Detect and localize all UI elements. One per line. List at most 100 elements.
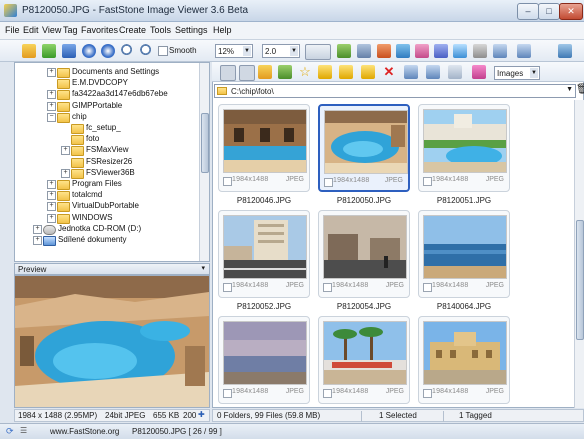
thumbnail[interactable]: 1984x1488 JPEG [218,316,310,404]
tag-checkbox[interactable] [223,389,232,398]
menu-tag[interactable]: Tag [63,25,78,35]
folder-icon [57,112,70,123]
hand-tool-icon[interactable] [305,44,331,60]
new-folder-icon[interactable] [361,65,375,79]
thumbnail[interactable]: 1984x1488 JPEG [418,210,510,298]
folder-icon [71,135,84,146]
menu-edit[interactable]: Edit [23,25,39,35]
fullscreen-icon[interactable] [493,44,507,58]
tag-checkbox[interactable] [223,177,232,186]
expand-toggle-icon[interactable]: + [47,191,56,201]
zoom-in-icon[interactable] [121,44,135,58]
chevron-down-icon[interactable]: ▼ [566,86,573,93]
grid-scroll-thumb[interactable] [576,220,584,340]
thumbnail[interactable]: 1984x1488 JPEG [418,316,510,404]
open-folder-icon[interactable] [22,44,36,58]
tag-checkbox[interactable] [324,178,333,187]
minimize-button[interactable]: – [517,3,539,20]
tag-checkbox[interactable] [223,283,232,292]
menu-help[interactable]: Help [213,25,232,35]
selected-count: 1 Selected [379,411,417,420]
compare-icon[interactable] [473,44,487,58]
thumbnail[interactable]: 1984x1488 JPEG [318,210,410,298]
expand-toggle-icon[interactable]: − [47,112,56,122]
close-button[interactable]: ✕ [559,3,583,20]
thumbnail[interactable]: 1984x1488 JPEG [218,104,310,192]
menu-file[interactable]: File [5,25,20,35]
expand-toggle-icon[interactable]: + [47,202,56,212]
tree-scroll-thumb[interactable] [201,113,209,173]
favorite-star-icon[interactable]: ☆ [298,65,312,79]
refresh-icon[interactable] [278,65,292,79]
website-link[interactable]: www.FastStone.org [50,427,119,436]
flip-icon[interactable] [434,44,448,58]
image-info-bar: 1984 x 1488 (2.95MP) 24bit JPEG 655 KB 2… [14,409,210,422]
refresh-icon[interactable]: ⟳ [6,426,14,437]
thumbnail-image [223,109,307,173]
thumbnail-selected[interactable]: 1984x1488 JPEG [318,104,410,192]
menu-icon[interactable]: ☰ [20,426,27,435]
menu-settings[interactable]: Settings [175,25,208,35]
expand-toggle-icon[interactable]: + [47,90,56,100]
copy-icon[interactable] [318,65,332,79]
maximize-button[interactable]: □ [538,3,560,20]
prev-icon[interactable] [82,44,96,58]
thumbnail[interactable]: 1984x1488 JPEG [318,316,410,404]
browse-icon[interactable] [42,44,56,58]
folder-tree[interactable]: + Documents and Settings E.M.DVDCOPY + fa342… [14,62,210,262]
thumbnail[interactable]: 1984x1488 JPEG [418,104,510,192]
tag-checkbox[interactable] [323,283,332,292]
tree-scrollbar[interactable] [199,63,209,261]
menu-favorites[interactable]: Favorites [81,25,118,35]
folder-up-icon[interactable] [258,65,272,79]
rotate-icon[interactable] [337,44,351,58]
zoom-select[interactable]: 12% ▼ [215,44,253,58]
grid-scrollbar[interactable] [574,100,584,408]
details-view-icon[interactable] [448,65,462,79]
color-icon[interactable] [396,44,410,58]
expand-toggle-icon[interactable]: + [33,236,42,245]
expand-toggle-icon[interactable]: + [33,224,42,234]
layout-icon[interactable] [558,44,572,58]
menu-view[interactable]: View [42,25,61,35]
smooth-checkbox[interactable] [158,46,168,56]
fit-icon[interactable]: ✚ [198,410,205,419]
image-dimensions: 1984 x 1488 (2.95MP) [18,411,98,420]
slideshow-icon[interactable] [517,44,531,58]
folder-icon [57,202,70,213]
menu-tools[interactable]: Tools [150,25,171,35]
save-icon[interactable] [62,44,76,58]
tag-icon[interactable] [472,65,486,79]
crop-icon[interactable] [357,44,371,58]
list-view-icon[interactable] [426,65,440,79]
back-icon[interactable] [220,65,236,81]
next-icon[interactable] [101,44,115,58]
tag-checkbox[interactable] [423,389,432,398]
tag-checkbox[interactable] [423,177,432,186]
delete-icon[interactable]: ✕ [382,65,396,79]
ratio-select[interactable]: 2.0 ▼ [262,44,300,58]
redeye-icon[interactable] [415,44,429,58]
path-combo[interactable]: C:\chip\foto\ ▼ [214,84,576,98]
zoom-out-icon[interactable] [140,44,154,58]
expand-toggle-icon[interactable]: + [61,168,70,178]
expand-toggle-icon[interactable]: + [61,146,70,156]
expand-toggle-icon[interactable]: + [47,101,56,111]
forward-icon[interactable] [239,65,255,81]
effects-icon[interactable] [453,44,467,58]
collapse-icon[interactable]: ▾ [201,264,205,272]
expand-toggle-icon[interactable]: + [47,68,56,77]
tag-checkbox[interactable] [423,283,432,292]
thumbnails-view-icon[interactable] [404,65,418,79]
move-icon[interactable] [339,65,353,79]
image-depth: 24bit JPEG [105,411,146,420]
thumbnail-image [423,321,507,385]
menu-create[interactable]: Create [119,25,146,35]
thumbnail[interactable]: 1984x1488 JPEG [218,210,310,298]
draw-icon[interactable] [377,44,391,58]
expand-toggle-icon[interactable]: + [47,213,56,223]
expand-toggle-icon[interactable]: + [47,180,56,189]
trash-icon[interactable]: 🗑 [576,84,584,98]
tag-checkbox[interactable] [323,389,332,398]
view-mode-select[interactable]: Images ▼ [494,66,540,80]
